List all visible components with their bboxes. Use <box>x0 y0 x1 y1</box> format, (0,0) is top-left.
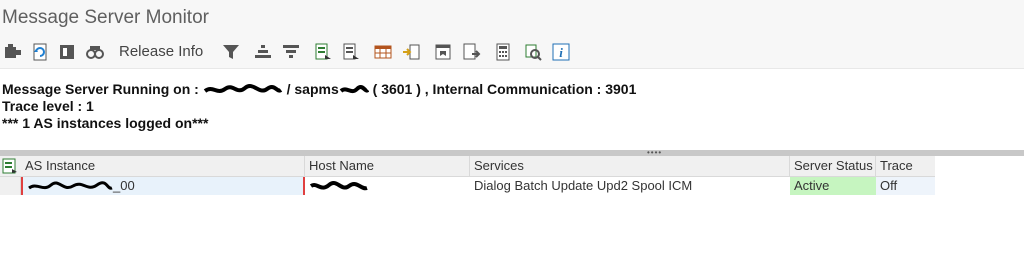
select-all-icon[interactable] <box>2 158 18 174</box>
cell-server-status[interactable]: Active <box>790 177 876 195</box>
redacted-sid-scribble <box>339 85 370 94</box>
cell-as-instance[interactable]: _00 <box>21 177 305 195</box>
redacted-host-scribble <box>203 84 282 94</box>
as-instance-suffix: _00 <box>113 178 135 193</box>
title-bar: Message Server Monitor <box>0 0 1024 39</box>
export-icon[interactable] <box>312 41 334 63</box>
calculator-icon[interactable] <box>492 41 514 63</box>
reload-icon[interactable] <box>29 41 51 63</box>
move-icon[interactable] <box>400 41 422 63</box>
refresh-server-icon[interactable] <box>2 41 24 63</box>
toolbar: Release Info i <box>0 38 1024 69</box>
svg-text:i: i <box>559 45 563 60</box>
filter-icon[interactable] <box>220 41 242 63</box>
sort-ascending-icon[interactable] <box>252 41 274 63</box>
server-running-suffix: ( 3601 ) , Internal Communication : 3901 <box>372 81 637 97</box>
local-file-icon[interactable] <box>460 41 482 63</box>
table-view-icon[interactable] <box>372 41 394 63</box>
server-running-line: Message Server Running on : / sapms ( 36… <box>2 81 636 97</box>
grid-header: AS Instance Host Name Services Server St… <box>0 156 935 177</box>
instances-count-line: *** 1 AS instances logged on*** <box>2 115 209 131</box>
trace-level-line: Trace level : 1 <box>2 98 94 114</box>
column-header-as-instance[interactable]: AS Instance <box>21 156 305 176</box>
column-header-host-name[interactable]: Host Name <box>305 156 470 176</box>
print-preview-icon[interactable] <box>340 41 362 63</box>
release-info-button[interactable]: Release Info <box>119 43 203 60</box>
cell-services[interactable]: Dialog Batch Update Upd2 Spool ICM <box>470 177 790 195</box>
window-title: Message Server Monitor <box>2 7 209 28</box>
server-display-icon[interactable] <box>56 41 78 63</box>
instances-grid: AS Instance Host Name Services Server St… <box>0 156 1024 264</box>
table-row[interactable]: _00 Dialog Batch Update Upd2 Spool ICM A… <box>0 177 935 195</box>
information-icon[interactable]: i <box>550 41 572 63</box>
redacted-host-name-scribble <box>309 180 368 190</box>
redacted-instance-scribble <box>28 180 113 190</box>
cell-host-name[interactable] <box>305 177 470 195</box>
server-running-mid: / sapms <box>286 81 339 97</box>
sort-descending-icon[interactable] <box>280 41 302 63</box>
column-header-trace[interactable]: Trace <box>876 156 935 176</box>
server-info-panel: Message Server Running on : / sapms ( 36… <box>0 70 1024 150</box>
row-selector[interactable] <box>0 177 21 195</box>
search-binoculars-icon[interactable] <box>84 41 106 63</box>
server-running-prefix: Message Server Running on : <box>2 81 199 97</box>
find-icon[interactable] <box>522 41 544 63</box>
column-header-server-status[interactable]: Server Status <box>790 156 876 176</box>
layout-icon[interactable] <box>432 41 454 63</box>
cell-trace[interactable]: Off <box>876 177 935 195</box>
column-header-services[interactable]: Services <box>470 156 790 176</box>
